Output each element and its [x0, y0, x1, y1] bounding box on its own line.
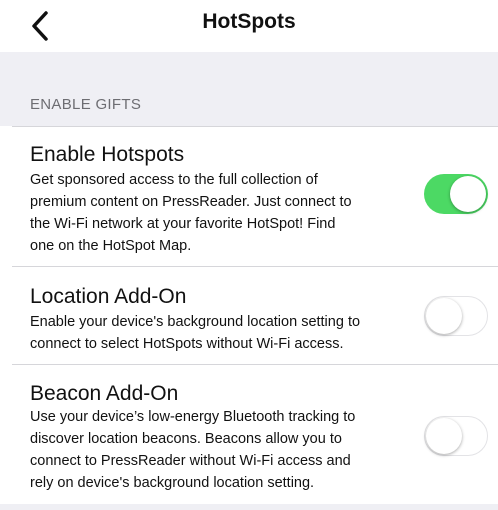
navigation-bar: HotSpots — [0, 0, 498, 52]
toggle-knob — [426, 417, 462, 454]
setting-row-enable-hotspots: Enable Hotspots Get sponsored access to … — [0, 127, 498, 266]
setting-description: Get sponsored access to the full collect… — [30, 172, 352, 254]
setting-description: Use your device’s low-energy Bluetooth t… — [30, 409, 356, 491]
setting-row-location-add-on: Location Add-On Enable your device's bac… — [0, 267, 498, 364]
section-header: ENABLE GIFTS — [30, 96, 142, 113]
toggle-knob — [450, 176, 486, 212]
enable-hotspots-toggle[interactable] — [424, 174, 488, 214]
setting-title: Location Add-On — [30, 285, 187, 308]
toggle-knob — [426, 297, 462, 334]
location-add-on-toggle[interactable] — [424, 296, 488, 336]
setting-description: Enable your device's background location… — [30, 314, 361, 352]
setting-title: Enable Hotspots — [30, 143, 185, 166]
setting-row-beacon-add-on: Beacon Add-On Use your device’s low-ener… — [0, 365, 498, 504]
page-title: HotSpots — [202, 10, 296, 33]
bottom-section-background — [0, 504, 498, 510]
setting-title: Beacon Add-On — [30, 382, 179, 405]
beacon-add-on-toggle[interactable] — [424, 416, 488, 456]
section-background — [0, 52, 498, 126]
